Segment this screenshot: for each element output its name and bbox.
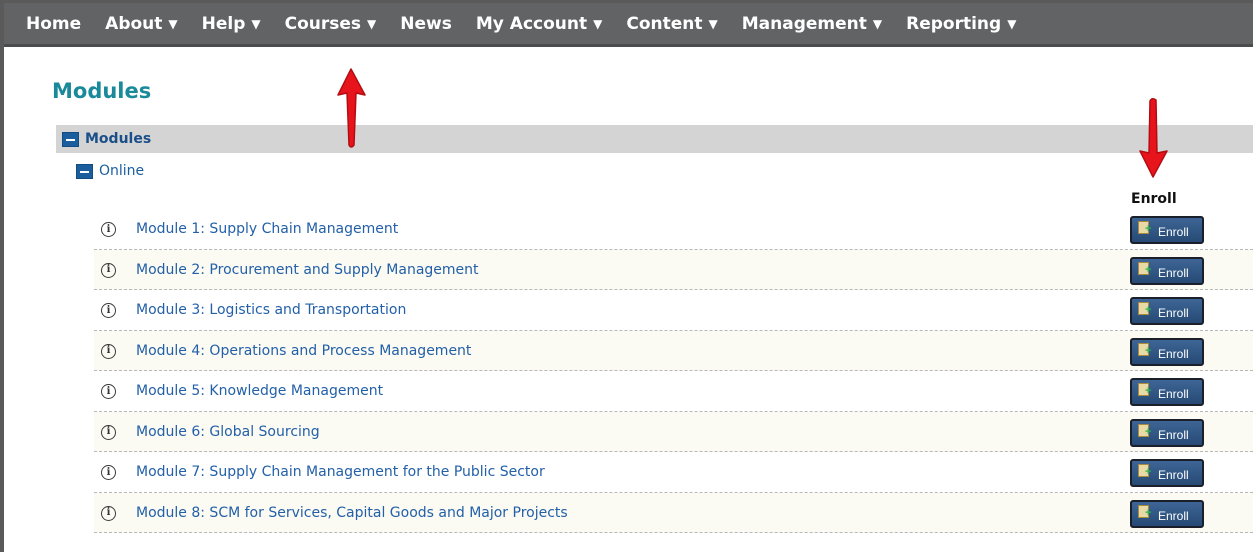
nav-home[interactable]: Home (26, 14, 81, 34)
nav-help-label: Help (201, 13, 246, 34)
enroll-button[interactable]: + Enroll (1130, 256, 1204, 285)
nav-my-account[interactable]: My Account ▼ (476, 14, 602, 34)
module-row: i Module 2: Procurement and Supply Manag… (94, 249, 1253, 290)
enroll-button-label: Enroll (1158, 265, 1189, 280)
nav-news[interactable]: News (400, 14, 452, 34)
enroll-button[interactable]: + Enroll (1130, 459, 1204, 487)
caret-down-icon: ▼ (708, 16, 718, 31)
enroll-button[interactable]: + Enroll (1130, 297, 1204, 325)
module-row: i Module 1: Supply Chain Management + Enr… (94, 209, 1253, 250)
nav-management[interactable]: Management ▼ (742, 14, 882, 34)
online-subgroup-label[interactable]: Online (99, 163, 144, 179)
caret-down-icon: ▼ (872, 16, 883, 31)
nav-home-label: Home (26, 13, 82, 34)
annotation-arrow-down-icon (1139, 97, 1168, 178)
enroll-button[interactable]: + Enroll (1130, 216, 1204, 244)
module-row: i Module 4: Operations and Process Manag… (94, 330, 1253, 371)
online-subgroup-header[interactable]: Online (76, 163, 144, 179)
info-icon[interactable]: i (101, 424, 116, 440)
enroll-icon: + (1138, 261, 1152, 276)
enroll-icon: + (1138, 221, 1152, 235)
module-link[interactable]: Module 1: Supply Chain Management (136, 221, 398, 237)
module-link[interactable]: Module 5: Knowledge Management (136, 383, 383, 399)
main-navbar: Home About ▼ Help ▼ Courses ▼ News My Accou… (4, 3, 1253, 47)
module-row: i Module 6: Global Sourcing + Enroll (94, 411, 1253, 452)
module-row: i Module 3: Logistics and Transportation… (94, 290, 1253, 331)
annotation-arrow-up-icon (337, 68, 366, 148)
nav-reporting-label: Reporting (906, 13, 1002, 34)
nav-management-label: Management (741, 13, 867, 34)
collapse-icon[interactable] (62, 131, 79, 147)
nav-content-label: Content (626, 13, 703, 34)
caret-down-icon: ▼ (168, 16, 178, 31)
module-link[interactable]: Module 4: Operations and Process Managem… (136, 343, 471, 359)
nav-courses-label: Courses (284, 13, 362, 34)
enroll-button-label: Enroll (1158, 306, 1189, 320)
enroll-icon: + (1138, 504, 1152, 519)
enroll-icon: + (1138, 423, 1152, 438)
module-row: i Module 5: Knowledge Management + Enroll (94, 371, 1253, 412)
enroll-button-label: Enroll (1158, 387, 1189, 401)
enroll-column-header: Enroll (1131, 191, 1177, 207)
nav-about[interactable]: About ▼ (105, 14, 177, 34)
module-link[interactable]: Module 2: Procurement and Supply Managem… (136, 262, 479, 278)
info-icon[interactable]: i (101, 505, 116, 521)
page-title: Modules (52, 79, 152, 103)
info-icon[interactable]: i (101, 343, 116, 359)
info-icon[interactable]: i (101, 465, 116, 480)
modules-section-label[interactable]: Modules (85, 131, 151, 147)
page-frame: Home About ▼ Help ▼ Courses ▼ News My Accou… (0, 0, 1253, 552)
nav-my-account-label: My Account (475, 13, 588, 34)
nav-reporting[interactable]: Reporting ▼ (906, 14, 1016, 34)
caret-down-icon: ▼ (593, 16, 603, 31)
enroll-icon: + (1138, 342, 1152, 357)
caret-down-icon: ▼ (1007, 16, 1017, 31)
module-row: i Module 8: SCM for Services, Capital Go… (94, 492, 1253, 533)
nav-news-label: News (400, 13, 452, 34)
enroll-icon: + (1138, 383, 1152, 397)
enroll-button[interactable]: + Enroll (1130, 378, 1204, 406)
module-row: i Module 7: Supply Chain Management for … (94, 452, 1253, 493)
info-icon[interactable]: i (101, 222, 116, 237)
enroll-icon: + (1138, 464, 1152, 478)
module-link[interactable]: Module 3: Logistics and Transportation (136, 302, 406, 318)
module-list: i Module 1: Supply Chain Management + Enr… (94, 209, 1253, 533)
enroll-button[interactable]: + Enroll (1130, 418, 1204, 447)
info-icon[interactable]: i (101, 262, 116, 278)
enroll-icon: + (1138, 302, 1152, 316)
module-link[interactable]: Module 7: Supply Chain Management for th… (136, 464, 545, 480)
collapse-icon[interactable] (76, 163, 93, 179)
module-link[interactable]: Module 8: SCM for Services, Capital Good… (136, 505, 568, 521)
nav-content[interactable]: Content ▼ (626, 14, 717, 34)
enroll-button-label: Enroll (1158, 225, 1189, 239)
module-link[interactable]: Module 6: Global Sourcing (136, 424, 320, 440)
info-icon[interactable]: i (101, 303, 116, 318)
enroll-button[interactable]: + Enroll (1130, 337, 1204, 366)
nav-courses[interactable]: Courses ▼ (285, 14, 377, 34)
info-icon[interactable]: i (101, 384, 116, 399)
enroll-button-label: Enroll (1158, 427, 1189, 442)
enroll-button-label: Enroll (1158, 346, 1189, 361)
nav-help[interactable]: Help ▼ (202, 14, 261, 34)
caret-down-icon: ▼ (367, 16, 377, 31)
enroll-button-label: Enroll (1158, 468, 1189, 482)
enroll-button-label: Enroll (1158, 508, 1189, 523)
nav-about-label: About (105, 13, 163, 34)
modules-section-header[interactable]: Modules (56, 125, 1253, 153)
enroll-button[interactable]: + Enroll (1130, 499, 1204, 528)
caret-down-icon: ▼ (251, 16, 261, 31)
